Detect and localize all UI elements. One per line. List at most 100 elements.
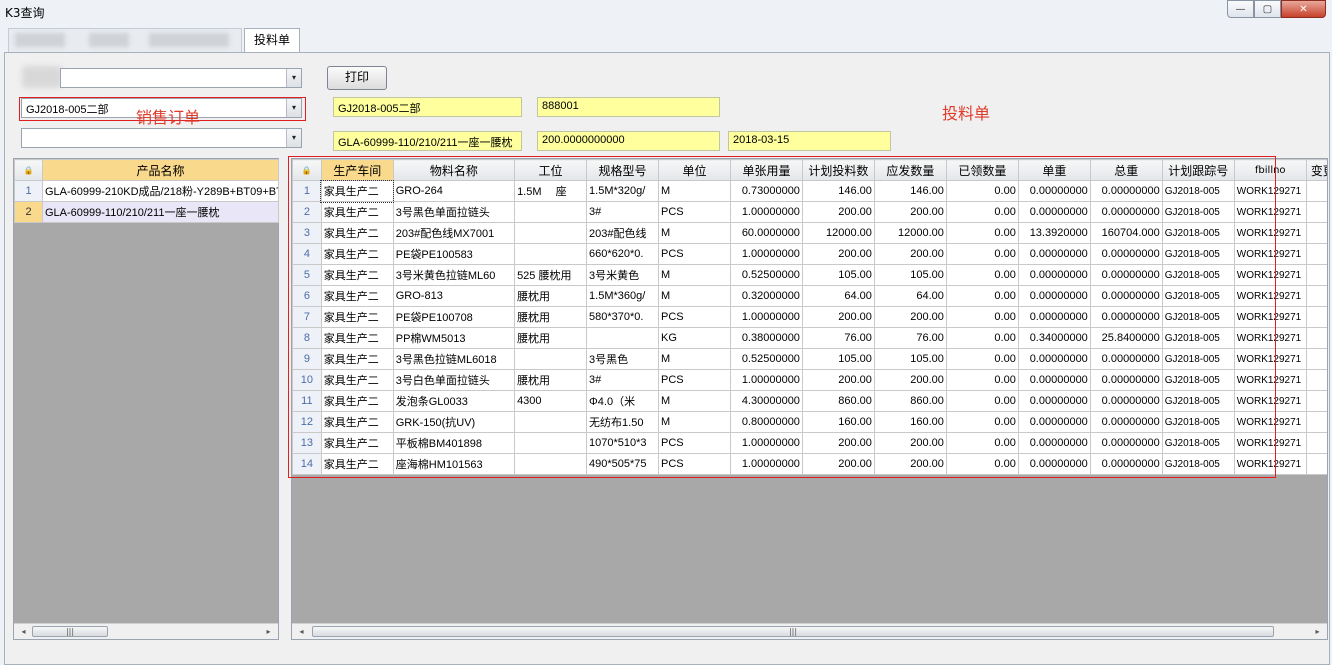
grid-cell[interactable]: GJ2018-005 xyxy=(1161,285,1235,307)
table-row[interactable]: 1 GLA-60999-210KD成品/218粉-Y289B+BT09+BT xyxy=(14,180,279,202)
grid-cell[interactable]: 发泡条GL0033 xyxy=(392,390,516,412)
grid-cell[interactable]: PCS xyxy=(658,453,731,475)
lock-icon[interactable]: 🔒 xyxy=(14,159,43,181)
grid-cell[interactable]: 家具生产二 xyxy=(320,453,394,475)
scroll-right-icon[interactable]: ▸ xyxy=(261,624,276,639)
product-name-cell[interactable]: GLA-60999-110/210/211一座一腰枕 xyxy=(42,201,279,223)
grid-cell[interactable]: 平板棉BM401898 xyxy=(392,432,516,454)
scroll-left-icon[interactable]: ◂ xyxy=(16,624,31,639)
grid-cell[interactable]: 家具生产二 xyxy=(320,411,394,433)
grid-cell[interactable]: 105.00 xyxy=(873,348,947,370)
grid-cell[interactable]: 家具生产二 xyxy=(320,264,394,286)
grid-cell[interactable]: WORK129271 xyxy=(1233,432,1307,454)
grid-cell[interactable]: PCS xyxy=(658,369,731,391)
grid-cell[interactable] xyxy=(1305,327,1327,349)
grid-cell[interactable]: 0.00000000 xyxy=(1089,201,1163,223)
table-row[interactable]: 1 家具生产二 GRO-264 1.5M 座 1.5M*320g/M 0.73000000… xyxy=(292,179,1327,203)
column-header[interactable]: fbillno xyxy=(1233,159,1307,181)
table-row[interactable]: 6 家具生产二 GRO-813 腰枕用 1.5M*360g/M 0.32000000 64.… xyxy=(292,285,1327,307)
grid-cell[interactable] xyxy=(1305,390,1327,412)
grid-cell[interactable]: WORK129271 xyxy=(1233,243,1307,265)
grid-cell[interactable]: 4300 xyxy=(514,390,588,412)
grid-cell[interactable]: 0.80000000 xyxy=(729,411,803,433)
grid-cell[interactable] xyxy=(1305,411,1327,433)
grid-cell[interactable]: 200.00 xyxy=(873,306,947,328)
grid-cell[interactable]: 76.00 xyxy=(801,327,875,349)
grid-cell[interactable]: 0.00000000 xyxy=(1089,453,1163,475)
grid-cell[interactable]: 家具生产二 xyxy=(320,243,394,265)
grid-cell[interactable]: 0.00 xyxy=(945,285,1019,307)
grid-cell[interactable]: 3号黑色拉链ML6018 xyxy=(392,348,516,370)
product-name-cell[interactable]: GLA-60999-210KD成品/218粉-Y289B+BT09+BT xyxy=(42,180,279,202)
grid-cell[interactable]: 1.00000000 xyxy=(729,306,803,328)
grid-cell[interactable] xyxy=(1305,285,1327,307)
table-row[interactable]: 4 家具生产二 PE袋PE100583 660*620*0. PCS 1.00000000… xyxy=(292,243,1327,265)
grid-cell[interactable] xyxy=(1305,180,1327,202)
table-row[interactable]: 12 家具生产二 GRK-150(抗UV) 无纺布1.50 M 0.80000000 160… xyxy=(292,411,1327,433)
grid-cell[interactable]: 0.00 xyxy=(945,201,1019,223)
grid-cell[interactable]: 腰枕用 xyxy=(514,285,588,307)
grid-cell[interactable]: 105.00 xyxy=(801,348,875,370)
grid-cell[interactable]: 1.00000000 xyxy=(729,369,803,391)
grid-cell[interactable]: 1.5M 座 xyxy=(514,180,588,202)
grid-cell[interactable]: M xyxy=(658,222,731,244)
product-grid[interactable]: 🔒 产品名称 1 GLA-60999-210KD成品/218粉-Y289B+BT… xyxy=(13,158,279,640)
column-header[interactable]: 规格型号 xyxy=(586,159,659,181)
table-row-selected[interactable]: 2 GLA-60999-110/210/211一座一腰枕 xyxy=(14,201,279,223)
grid-cell[interactable]: 家具生产二 xyxy=(320,348,394,370)
grid-cell[interactable]: WORK129271 xyxy=(1233,222,1307,244)
grid-cell[interactable]: 60.0000000 xyxy=(729,222,803,244)
grid-cell[interactable]: M xyxy=(658,390,731,412)
grid-cell[interactable]: 203#配色线MX7001 xyxy=(392,222,516,244)
grid-cell[interactable] xyxy=(1305,222,1327,244)
grid-cell[interactable]: 160.00 xyxy=(801,411,875,433)
grid-cell[interactable]: 0.52500000 xyxy=(729,264,803,286)
grid-cell[interactable]: 0.00000000 xyxy=(1017,432,1091,454)
grid-cell[interactable]: 0.00000000 xyxy=(1017,264,1091,286)
column-header[interactable]: 工位 xyxy=(514,159,588,181)
grid-cell[interactable] xyxy=(1305,201,1327,223)
grid-cell[interactable]: WORK129271 xyxy=(1233,285,1307,307)
grid-cell[interactable]: M xyxy=(658,285,731,307)
column-header[interactable]: 生产车间 xyxy=(320,159,394,181)
grid-cell[interactable]: 0.00000000 xyxy=(1089,306,1163,328)
lock-icon[interactable]: 🔒 xyxy=(292,159,322,181)
horizontal-scrollbar[interactable]: ◂ ||| ▸ xyxy=(292,623,1327,639)
grid-cell[interactable]: GJ2018-005 xyxy=(1161,348,1235,370)
table-row[interactable]: 14 家具生产二 座海棉HM101563 490*505*75 PCS 1.0000000… xyxy=(292,453,1327,475)
grid-cell[interactable]: 0.00 xyxy=(945,264,1019,286)
grid-cell[interactable]: GRO-264 xyxy=(392,180,516,202)
grid-cell[interactable]: 3号米黄色 xyxy=(586,264,659,286)
grid-cell[interactable]: GJ2018-005 xyxy=(1161,222,1235,244)
grid-cell[interactable]: 1.00000000 xyxy=(729,453,803,475)
grid-cell[interactable]: PCS xyxy=(658,201,731,223)
tab-bom[interactable]: 投料单 xyxy=(244,28,300,53)
grid-cell[interactable]: WORK129271 xyxy=(1233,390,1307,412)
grid-cell[interactable]: 3号白色单面拉链头 xyxy=(392,369,516,391)
grid-cell[interactable]: 3号黑色 xyxy=(586,348,659,370)
grid-cell[interactable]: GJ2018-005 xyxy=(1161,411,1235,433)
grid-cell[interactable] xyxy=(514,222,588,244)
grid-cell[interactable]: WORK129271 xyxy=(1233,327,1307,349)
grid-cell[interactable]: 家具生产二 xyxy=(320,390,394,412)
grid-cell[interactable]: 0.00000000 xyxy=(1089,432,1163,454)
grid-cell[interactable]: WORK129271 xyxy=(1233,264,1307,286)
grid-cell[interactable]: PP棉WM5013 xyxy=(392,327,516,349)
column-header[interactable]: 变更发 xyxy=(1305,159,1327,181)
grid-cell[interactable]: 3# xyxy=(586,369,659,391)
grid-cell[interactable]: 0.00000000 xyxy=(1017,390,1091,412)
grid-cell[interactable]: M xyxy=(658,411,731,433)
grid-cell[interactable] xyxy=(1305,306,1327,328)
grid-cell[interactable]: 105.00 xyxy=(801,264,875,286)
grid-cell[interactable]: 203#配色线 xyxy=(586,222,659,244)
grid-cell[interactable]: 家具生产二 xyxy=(320,369,394,391)
grid-cell[interactable]: GJ2018-005 xyxy=(1161,432,1235,454)
grid-cell[interactable]: 0.00 xyxy=(945,369,1019,391)
grid-cell[interactable]: 0.00 xyxy=(945,180,1019,202)
grid-cell[interactable]: PE袋PE100583 xyxy=(392,243,516,265)
grid-cell[interactable]: 家具生产二 xyxy=(320,285,394,307)
grid-cell[interactable]: 腰枕用 xyxy=(514,327,588,349)
grid-cell[interactable]: 200.00 xyxy=(801,201,875,223)
grid-cell[interactable]: 1.00000000 xyxy=(729,201,803,223)
grid-cell[interactable]: WORK129271 xyxy=(1233,180,1307,202)
